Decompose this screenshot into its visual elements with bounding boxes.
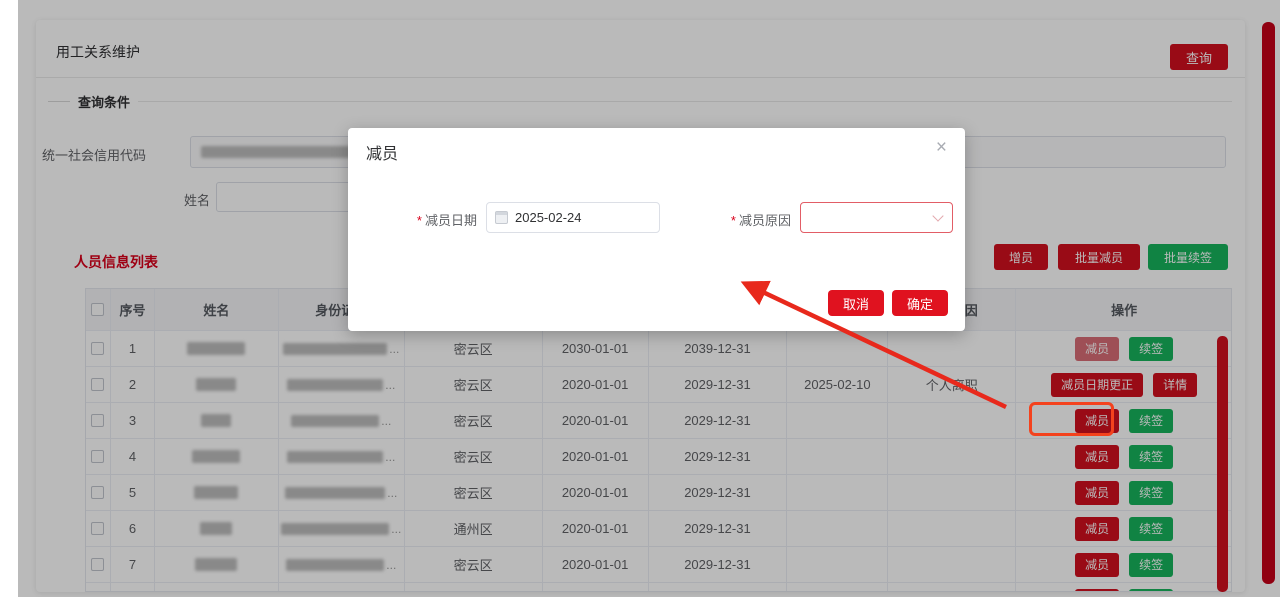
calendar-icon	[495, 211, 508, 224]
remove-date-input[interactable]: 2025-02-24	[486, 202, 660, 233]
chevron-down-icon	[932, 210, 943, 221]
remove-date-label: *减员日期	[381, 210, 477, 229]
required-asterisk: *	[731, 213, 736, 228]
cancel-button[interactable]: 取消	[828, 290, 884, 316]
confirm-button[interactable]: 确定	[892, 290, 948, 316]
close-icon[interactable]: ×	[936, 138, 947, 157]
modal-title: 减员	[366, 140, 398, 164]
required-asterisk: *	[417, 213, 422, 228]
highlight-box-annotation	[1029, 402, 1114, 436]
employment-maintenance-page: 用工关系维护 查询 查询条件 统一社会信用代码 姓名 人员信息列表 增员 批量减…	[0, 0, 1280, 597]
remove-date-value: 2025-02-24	[515, 210, 582, 225]
remove-reason-select[interactable]	[800, 202, 953, 233]
remove-person-modal: 减员 × *减员日期 2025-02-24 *减员原因 取消 确定	[348, 128, 965, 331]
remove-reason-label: *减员原因	[681, 210, 791, 229]
